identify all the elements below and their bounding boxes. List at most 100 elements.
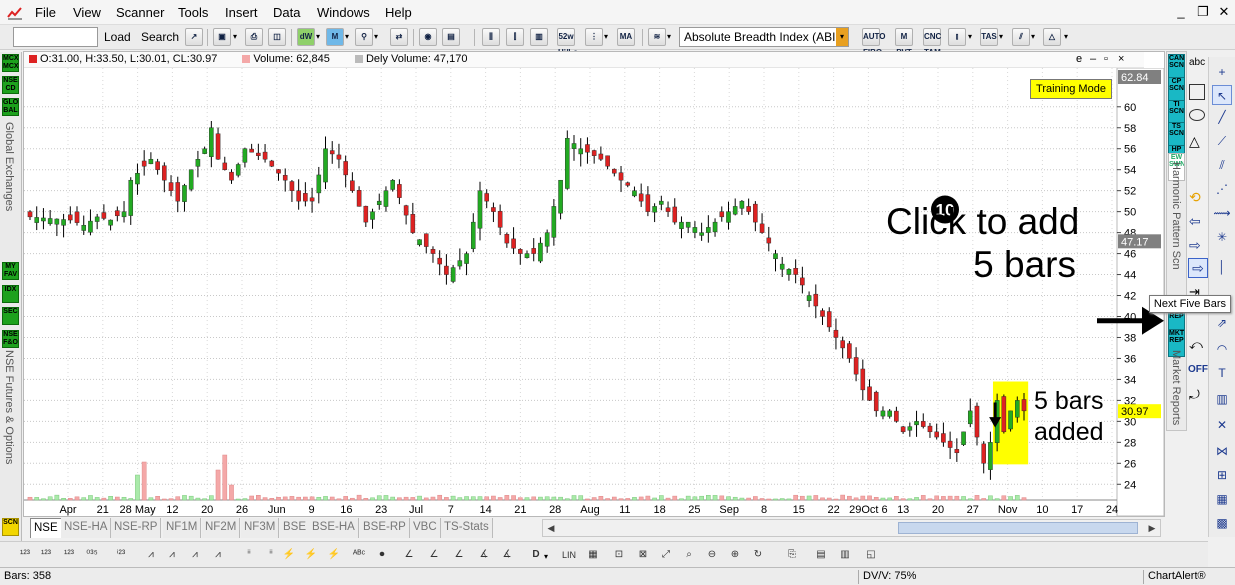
period-dropdown-icon[interactable]: ▾ — [544, 548, 548, 566]
scroll-left-icon[interactable]: ◀ — [543, 520, 559, 536]
vertical-line-tool-icon[interactable]: │ — [1212, 257, 1232, 277]
angle-2-icon[interactable]: ∠ — [425, 546, 443, 564]
off-button[interactable]: OFF — [1188, 364, 1208, 375]
tab-ts-stats[interactable]: TS-Stats — [441, 518, 493, 538]
symbol-input[interactable] — [13, 27, 98, 47]
moving-average-icon[interactable]: MA — [617, 28, 635, 46]
zoom-out-icon[interactable]: ⊖ — [703, 546, 721, 564]
bars-tool-icon[interactable]: ▥ — [1212, 389, 1232, 409]
copy-icon[interactable]: ⎘ — [783, 546, 801, 564]
volume-chart-icon[interactable]: ⫿ — [506, 28, 524, 46]
reset-icon[interactable]: ⤾ — [1189, 387, 1200, 403]
ticks-icon[interactable]: ⋮ — [585, 28, 603, 46]
candles-dropdown-icon[interactable]: ▾ — [968, 28, 972, 46]
menu-insert[interactable]: Insert — [225, 5, 258, 20]
load-button[interactable]: Load — [101, 28, 134, 46]
tab-nse-rp[interactable]: NSE-RP — [111, 518, 162, 538]
tab-bse[interactable]: BSE — [280, 518, 311, 538]
angle-5-icon[interactable]: ∡ — [498, 546, 516, 564]
scn-button[interactable]: SCN — [2, 518, 19, 536]
zoom-in-icon[interactable]: ⊕ — [726, 546, 744, 564]
tab-bse-rp[interactable]: BSE-RP — [360, 518, 410, 538]
arrow-tool-icon[interactable]: ⇗ — [1212, 313, 1232, 333]
hi-lo-icon[interactable]: 52w Hi/Lo — [557, 28, 578, 57]
save-dropdown-icon[interactable]: ▾ — [233, 28, 237, 46]
indicator-icon[interactable]: ≋ — [648, 28, 666, 46]
ellipse-tool-icon[interactable] — [1189, 109, 1205, 121]
numbering-2-icon[interactable]: ¹²³ — [37, 546, 55, 564]
text-tool-label[interactable]: abc — [1189, 57, 1205, 68]
fan-tool-icon[interactable]: ⋰ — [1212, 179, 1232, 199]
record-icon[interactable]: ⏺ — [373, 546, 391, 564]
global-button[interactable]: GLO BAL — [2, 98, 19, 116]
chart-cursor-icon[interactable]: ↗ — [185, 28, 203, 46]
chart-minimize-button[interactable]: – — [1090, 52, 1096, 67]
wave-3-icon[interactable]: ⩘ — [186, 546, 204, 564]
indicator-select[interactable]: Absolute Breadth Index (ABI ▾ — [679, 27, 849, 47]
window-icon[interactable]: ▤ — [442, 28, 460, 46]
abc-icon[interactable]: ᴬᴮᶜ — [350, 546, 368, 564]
grid-tool-icon[interactable]: ⊞ — [1212, 465, 1232, 485]
gann-tool-icon[interactable]: ✳ — [1212, 227, 1232, 247]
grid-lines-icon[interactable]: ▦ — [584, 546, 602, 564]
tab-nf2m[interactable]: NF2M — [202, 518, 241, 538]
horizontal-scrollbar[interactable]: ◀ ▶ — [542, 519, 1161, 537]
wave-2-icon[interactable]: ⩘ — [163, 546, 181, 564]
elliott-icon[interactable]: ⁱ²³ — [112, 546, 130, 564]
nse-futures-options-label[interactable]: NSE Futures & Options — [3, 350, 15, 464]
abc-wave-1-icon[interactable]: ⁱⁱ — [240, 546, 258, 564]
linear-scale-button[interactable]: LIN — [560, 546, 578, 564]
mcx-button[interactable]: MCX MCX — [2, 54, 19, 72]
triangle-tool-icon[interactable]: △ — [1189, 133, 1200, 150]
candles-icon[interactable]: ⫾ — [948, 28, 966, 46]
trendline-tool-icon[interactable]: ╱ — [1212, 107, 1232, 127]
angle-3-icon[interactable]: ∠ — [450, 546, 468, 564]
zoom-fit-icon[interactable]: ⊡ — [610, 546, 628, 564]
prev-five-bars-icon[interactable]: ⇦ — [1189, 213, 1201, 230]
numbering-4-icon[interactable]: ⁰³⁵ — [83, 546, 101, 564]
wave-4-icon[interactable]: ⩘ — [209, 546, 227, 564]
link-icon[interactable]: ⚲ — [355, 28, 373, 46]
nse-fo-button[interactable]: NSE F&O — [2, 330, 19, 348]
monthly-icon[interactable]: M — [326, 28, 344, 46]
next-five-bars-icon[interactable]: ⇨ — [1188, 258, 1208, 278]
add-tool-icon[interactable]: + — [1212, 62, 1232, 82]
print-preview-icon[interactable]: ◫ — [268, 28, 286, 46]
harmonic-pattern-label[interactable]: Harmonic Pattern Scn — [1170, 162, 1182, 270]
chevron-down-icon[interactable]: ▾ — [836, 28, 848, 46]
global-exchanges-label[interactable]: Global Exchanges — [3, 122, 15, 211]
bar-chart-icon[interactable]: ⫼ — [482, 28, 500, 46]
tab-nf1m[interactable]: NF1M — [163, 518, 202, 538]
pattern-tool-icon[interactable]: ⋈ — [1212, 441, 1232, 461]
restore-button[interactable]: ❐ — [1196, 4, 1210, 20]
pattern-dropdown-icon[interactable]: ▾ — [1064, 28, 1068, 46]
my-fav-button[interactable]: MY FAV — [2, 262, 19, 280]
numbering-3-icon[interactable]: ¹²³ — [60, 546, 78, 564]
ticks-dropdown-icon[interactable]: ▾ — [604, 28, 608, 46]
weekly-dropdown-icon[interactable]: ▾ — [316, 28, 320, 46]
tab-vbc[interactable]: VBC — [410, 518, 441, 538]
menu-help[interactable]: Help — [385, 5, 412, 20]
indicator-dropdown-icon[interactable]: ▾ — [667, 28, 671, 46]
minimize-button[interactable]: _ — [1174, 4, 1188, 19]
tas-icon[interactable]: TAS — [980, 28, 998, 46]
undo-icon[interactable]: ⤺ — [1189, 337, 1203, 353]
cnc-tam-icon[interactable]: CNC TAM — [923, 28, 941, 57]
next-bar-icon[interactable]: ⇨ — [1189, 237, 1201, 254]
zoom-search-icon[interactable]: ⌕ — [680, 546, 698, 564]
globe-icon[interactable]: ◉ — [419, 28, 437, 46]
link-dropdown-icon[interactable]: ▾ — [374, 28, 378, 46]
compare-icon[interactable]: ⇄ — [390, 28, 408, 46]
zigzag-1-icon[interactable]: ⚡ — [280, 546, 298, 564]
channel-tool-icon[interactable]: ⫽ — [1212, 155, 1232, 175]
report-icon[interactable]: ▥ — [836, 546, 854, 564]
chart-area[interactable]: O:31.00, H:33.50, L:30.01, CL:30.97 Volu… — [23, 51, 1165, 517]
notes-icon[interactable]: ▤ — [812, 546, 830, 564]
print-icon[interactable]: ⎙ — [245, 28, 263, 46]
numbering-1-icon[interactable]: ¹²³ — [16, 546, 34, 564]
prev-bars-icon[interactable]: ⟲ — [1189, 189, 1201, 206]
zigzag-3-icon[interactable]: ⚡ — [325, 546, 343, 564]
menu-tools[interactable]: Tools — [178, 5, 208, 20]
menu-view[interactable]: View — [73, 5, 101, 20]
volume-delivery-icon[interactable]: ▥ — [530, 28, 548, 46]
